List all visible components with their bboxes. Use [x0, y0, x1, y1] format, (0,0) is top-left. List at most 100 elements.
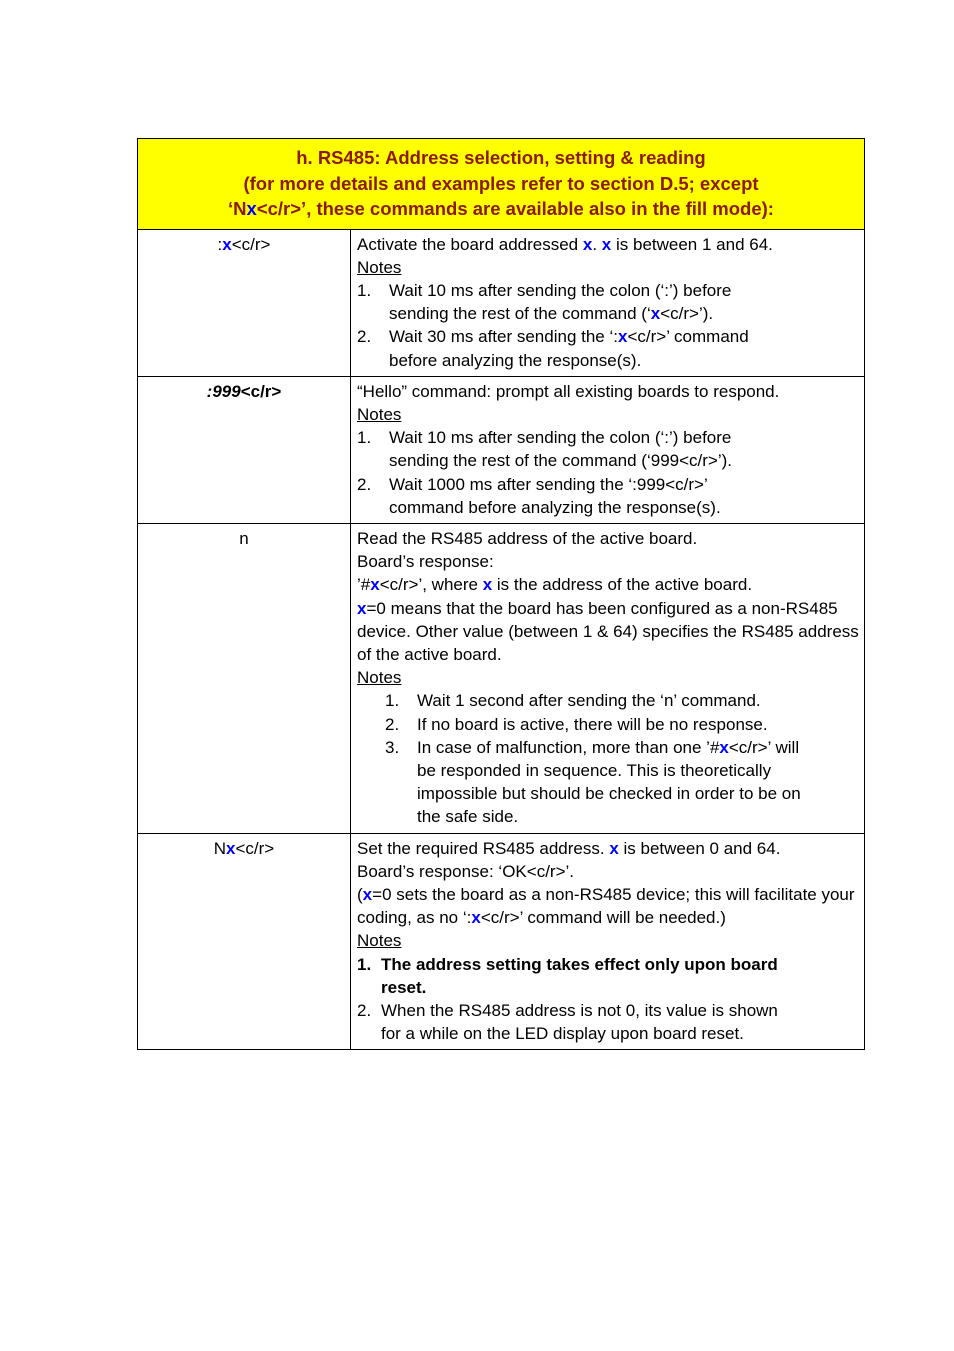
response-x: x: [370, 575, 380, 595]
intro-post: is between 1 and 64.: [611, 234, 773, 254]
notes-label: Notes: [357, 257, 402, 277]
note-line: Wait 1 second after sending the ‘n’ comm…: [417, 691, 761, 711]
note-line-pre: Wait 30 ms after sending the ‘:: [389, 327, 618, 347]
command-cell-999: :999<c/r>: [137, 375, 351, 524]
note-line: command before analyzing the response(s)…: [389, 497, 721, 517]
note-item: 3. In case of malfunction, more than one…: [385, 736, 861, 829]
note-line: sending the rest of the command (‘999<c/…: [389, 451, 733, 471]
note-line-post: <c/r>’).: [660, 304, 714, 324]
note-line-post: <c/r>’ command: [627, 327, 749, 347]
note-line: Wait 1000 ms after sending the ‘:999<c/r…: [389, 474, 708, 494]
description-cell-n: Read the RS485 address of the active boa…: [350, 522, 865, 834]
note-number: 1.: [357, 280, 372, 300]
command-cell-set-address: Nx<c/r>: [137, 832, 351, 1051]
command-plain-part: <c/r>: [240, 381, 282, 401]
note-number: 2.: [357, 327, 372, 347]
command-suffix: <c/r>: [235, 838, 275, 858]
note-item: 1. Wait 10 ms after sending the colon (‘…: [357, 426, 861, 472]
notes-list: 1. Wait 10 ms after sending the colon (‘…: [357, 426, 861, 519]
response-line: ’#x<c/r>’, where x is the address of the…: [357, 573, 861, 596]
paren-explain-line: (x=0 sets the board as a non-RS485 devic…: [357, 883, 861, 929]
banner-line-2: (for more details and examples refer to …: [243, 172, 759, 194]
response-post: is the address of the active board.: [492, 575, 753, 595]
intro-x: x: [609, 838, 619, 858]
section-banner: h. RS485: Address selection, setting & r…: [137, 138, 865, 230]
description-intro: Set the required RS485 address. x is bet…: [357, 837, 861, 860]
document-page: h. RS485: Address selection, setting & r…: [0, 0, 954, 1351]
description-paragraph: Read the RS485 address of the active boa…: [357, 528, 698, 548]
notes-label: Notes: [357, 404, 402, 424]
notes-label: Notes: [357, 931, 402, 951]
note-item: 2. When the RS485 address is not 0, its …: [357, 999, 861, 1045]
banner-line-3-pre: ‘N: [228, 198, 247, 219]
note-item: 2. Wait 30 ms after sending the ‘:x<c/r>…: [357, 325, 861, 371]
explain-post: =0 means that the board has been configu…: [357, 598, 859, 664]
note-line: reset.: [381, 977, 427, 997]
note-line: Wait 10 ms after sending the colon (‘:’)…: [389, 428, 732, 448]
notes-label: Notes: [357, 668, 402, 688]
response-mid: <c/r>’, where: [379, 575, 483, 595]
description-intro: Activate the board addressed x. x is bet…: [357, 233, 861, 256]
command-cell-colon-x: :x<c/r>: [137, 228, 351, 377]
response-x2: x: [482, 575, 493, 595]
rs485-command-table: h. RS485: Address selection, setting & r…: [137, 138, 865, 1051]
note-line: be responded in sequence. This is theore…: [417, 760, 772, 780]
intro-pre: Activate the board addressed: [357, 234, 583, 254]
description-cell-set-address: Set the required RS485 address. x is bet…: [350, 832, 865, 1051]
note-line: Wait 10 ms after sending the colon (‘:’)…: [389, 280, 732, 300]
command-italic-part: :999: [206, 381, 241, 401]
note-line: before analyzing the response(s).: [389, 350, 642, 370]
note-line-pre: sending the rest of the command (‘: [389, 304, 651, 324]
note-item: 2. If no board is active, there will be …: [385, 713, 861, 736]
note-line: When the RS485 address is not 0, its val…: [381, 1001, 778, 1020]
paren-x2: x: [471, 908, 481, 928]
note-number: 1.: [357, 428, 372, 448]
note-number: 2.: [385, 714, 400, 734]
intro-mid: .: [592, 234, 602, 254]
description-intro: “Hello” command: prompt all existing boa…: [357, 381, 780, 401]
description-cell-colon-x: Activate the board addressed x. x is bet…: [350, 228, 865, 377]
note-number: 3.: [385, 737, 400, 757]
note-line: the safe side.: [417, 807, 519, 827]
banner-line-3-post: <c/r>’, these commands are available als…: [256, 198, 774, 219]
board-response-line: Board’s response: ‘OK<c/r>’.: [357, 861, 575, 881]
banner-line-3: ‘Nx<c/r>’, these commands are available …: [146, 196, 856, 222]
notes-list: 1. Wait 10 ms after sending the colon (‘…: [357, 279, 861, 372]
command-suffix: <c/r>: [231, 234, 271, 254]
banner-variable-x: x: [246, 198, 257, 219]
description-paragraph: Board’s response:: [357, 552, 494, 572]
intro-x: x: [582, 234, 593, 254]
note-item: 1. The address setting takes effect only…: [357, 953, 861, 999]
note-line: The address setting takes effect only up…: [381, 954, 778, 974]
note-line-x: x: [650, 304, 661, 324]
explain-line: x=0 means that the board has been config…: [357, 597, 861, 667]
note-line-pre: In case of malfunction, more than one ’#: [417, 737, 720, 757]
intro-pre: Set the required RS485 address.: [357, 838, 610, 858]
note-number: 2.: [357, 474, 372, 494]
banner-line-1: h. RS485: Address selection, setting & r…: [296, 147, 706, 168]
paren-post: <c/r>’ command will be needed.): [480, 908, 726, 928]
note-item: 2. Wait 1000 ms after sending the ‘:999<…: [357, 473, 861, 519]
paren-x: x: [362, 884, 373, 904]
note-line: impossible but should be checked in orde…: [417, 784, 801, 804]
note-number: 2.: [357, 1001, 372, 1020]
intro-x2: x: [601, 234, 612, 254]
command-cell-n: n: [137, 522, 351, 834]
note-number: 1.: [385, 691, 400, 711]
table-row: :999<c/r> “Hello” command: prompt all ex…: [137, 375, 865, 524]
intro-post: is between 0 and 64.: [618, 838, 781, 858]
table-row: Nx<c/r> Set the required RS485 address. …: [137, 832, 865, 1051]
note-line-post: <c/r>’ will: [728, 737, 800, 757]
command-variable-x: x: [226, 838, 236, 858]
note-line-x: x: [719, 737, 729, 757]
response-pre: ’#: [357, 575, 371, 595]
note-number: 1.: [357, 954, 372, 974]
command-prefix: N: [213, 838, 227, 858]
table-header-row: h. RS485: Address selection, setting & r…: [137, 138, 865, 230]
note-line: for a while on the LED display upon boar…: [381, 1024, 744, 1044]
table-row: n Read the RS485 address of the active b…: [137, 522, 865, 834]
note-item: 1. Wait 10 ms after sending the colon (‘…: [357, 279, 861, 325]
command-variable-x: x: [222, 234, 232, 254]
notes-list: 1. The address setting takes effect only…: [357, 953, 861, 1046]
table-row: :x<c/r> Activate the board addressed x. …: [137, 228, 865, 377]
